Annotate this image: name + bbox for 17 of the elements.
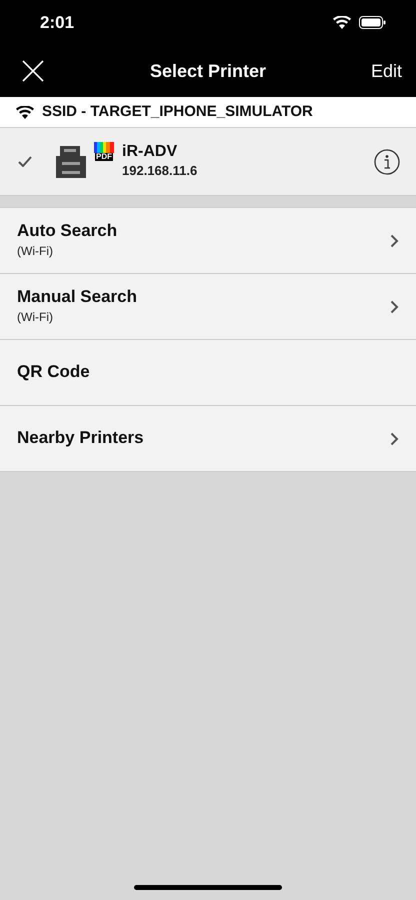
wifi-icon <box>333 16 351 29</box>
status-time: 2:01 <box>40 12 74 34</box>
printer-address: 192.168.11.6 <box>122 162 198 180</box>
menu-item[interactable]: Nearby Printers <box>0 406 416 472</box>
printer-name: iR-ADV <box>122 142 178 161</box>
menu-item[interactable]: QR Code <box>0 340 416 406</box>
close-icon[interactable] <box>22 60 44 82</box>
info-icon[interactable] <box>374 148 400 174</box>
battery-icon <box>359 16 386 29</box>
network-name: SSID - TARGET_IPHONE_SIMULATOR <box>42 102 313 122</box>
screen-title: Select Printer <box>150 60 266 80</box>
menu-item[interactable]: Manual Search (Wi-Fi) <box>0 274 416 340</box>
wifi-icon <box>16 106 34 118</box>
menu-item[interactable]: Auto Search (Wi-Fi) <box>0 208 416 274</box>
printer-icon <box>56 146 86 178</box>
printer-row[interactable]: PDF iR-ADV 192.168.11.6 <box>0 128 416 196</box>
edit-button[interactable]: Edit <box>370 58 402 84</box>
